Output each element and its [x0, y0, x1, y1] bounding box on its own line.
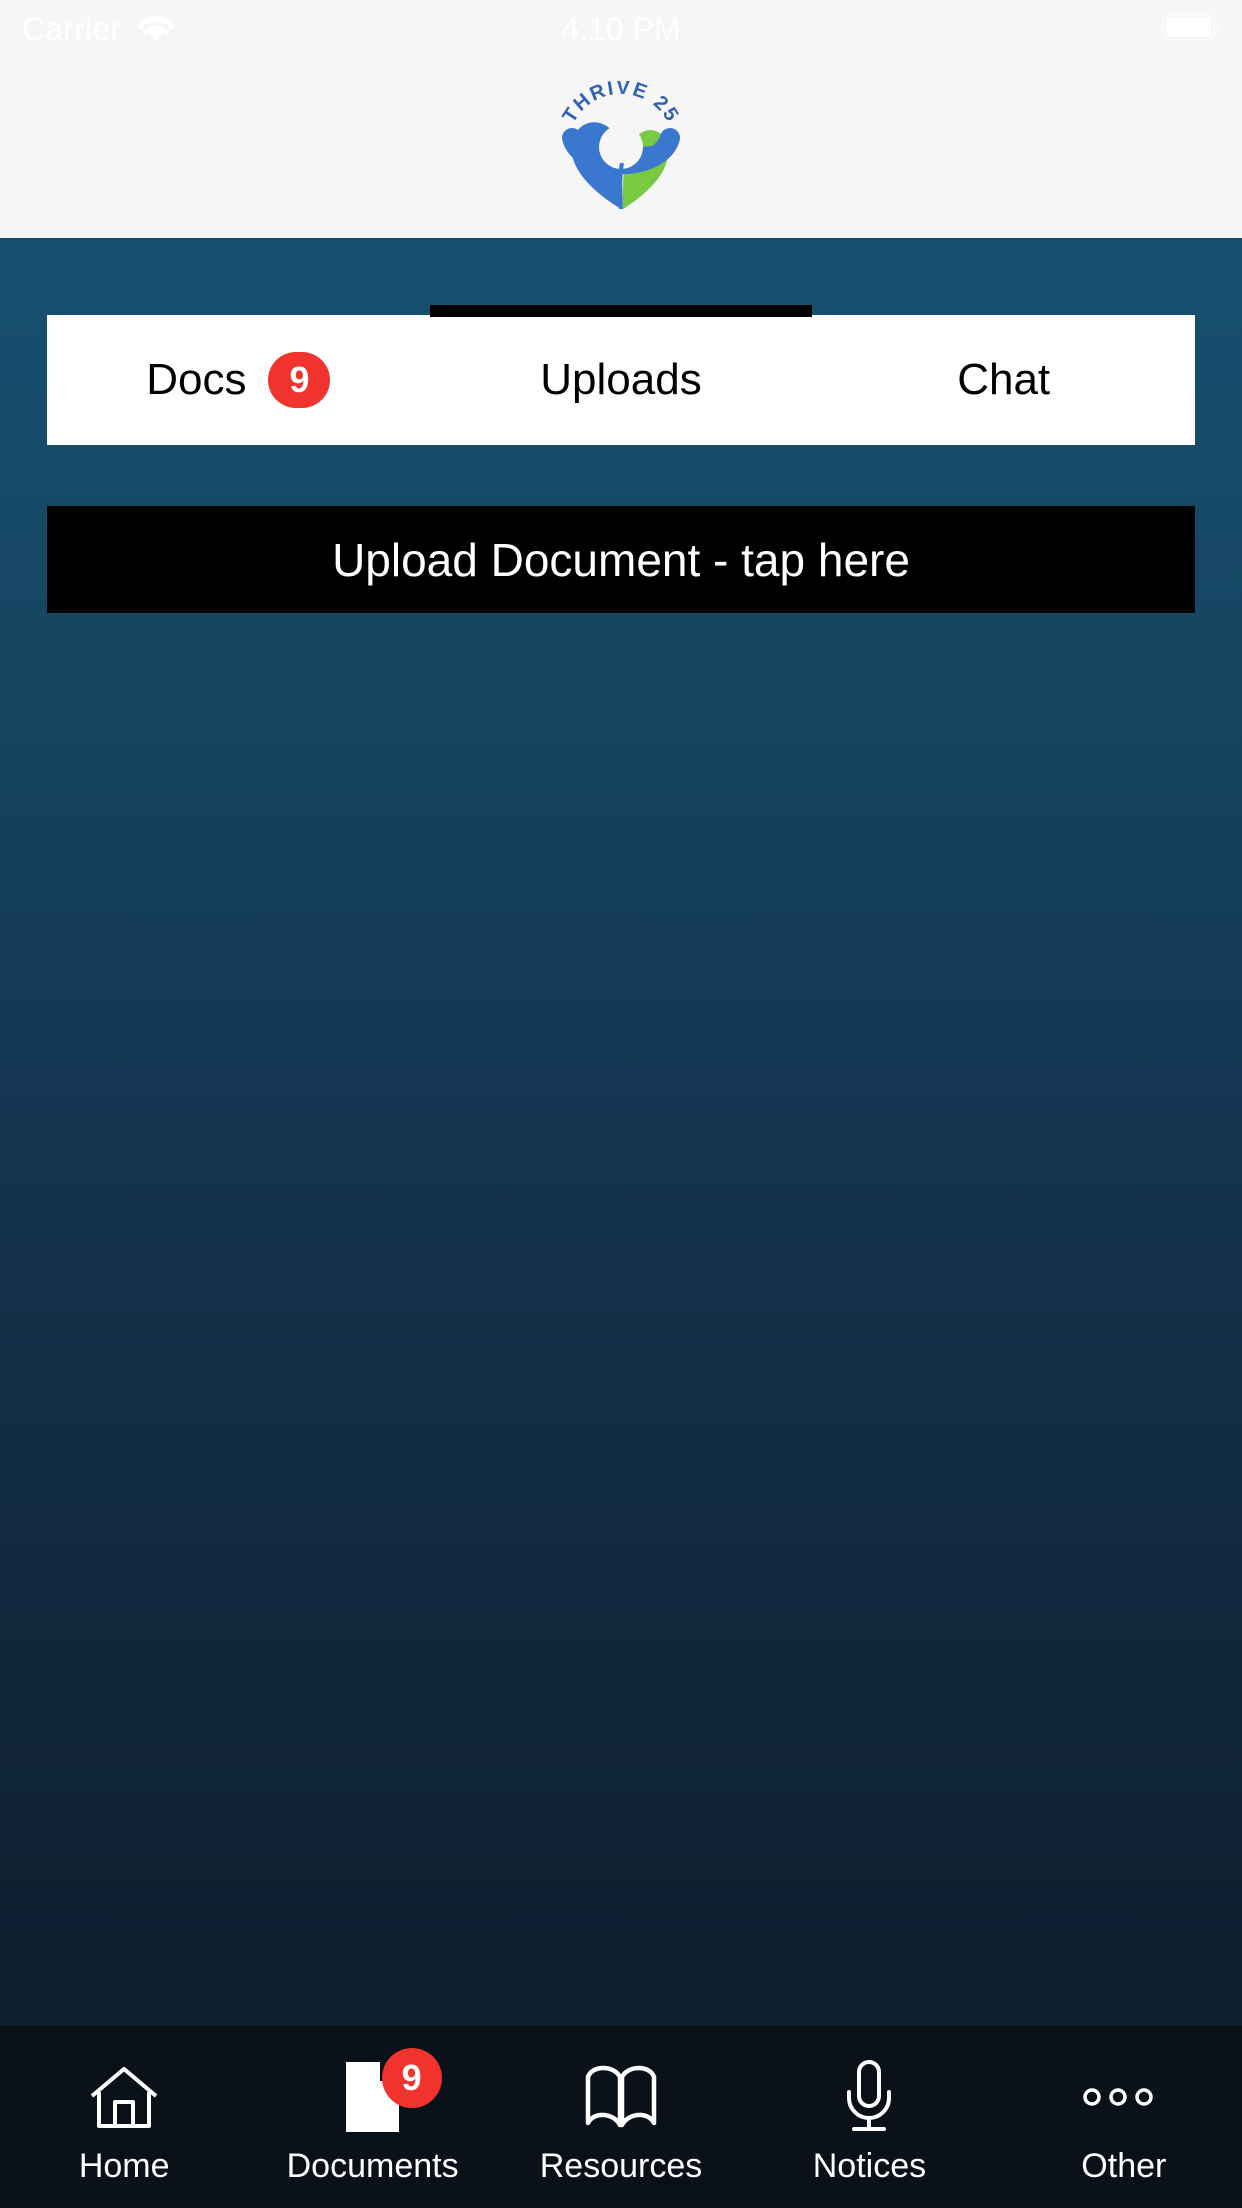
nav-item-documents[interactable]: 9 Documents — [248, 2026, 496, 2208]
battery-full-icon — [1162, 12, 1222, 46]
tab-uploads-label: Uploads — [540, 355, 702, 404]
nav-item-home-label: Home — [78, 2147, 170, 2185]
nav-item-resources[interactable]: Resources — [497, 2026, 745, 2208]
nav-item-notices-label: Notices — [812, 2147, 927, 2185]
tab-uploads[interactable]: Uploads — [429, 305, 813, 445]
status-bar-time: 4:10 PM — [561, 11, 681, 47]
app-header: THRIVE 25 — [0, 58, 1242, 238]
thrive-25-logo: THRIVE 25 — [546, 81, 696, 216]
tab-chat-label: Chat — [957, 355, 1051, 404]
app-screen: Carrier 4:10 PM THRIVE 25 Docs 9 Uploads… — [0, 0, 1242, 2208]
nav-item-home[interactable]: Home — [0, 2026, 248, 2208]
upload-document-button[interactable]: Upload Document - tap here — [47, 506, 1195, 613]
nav-item-resources-label: Resources — [539, 2147, 703, 2185]
tab-docs-label: Docs — [146, 355, 247, 404]
nav-item-other[interactable]: Other — [994, 2026, 1242, 2208]
home-icon — [81, 2056, 167, 2138]
active-tab-indicator — [429, 305, 813, 317]
svg-text:THRIVE 25: THRIVE 25 — [559, 81, 684, 127]
tab-docs[interactable]: Docs 9 — [47, 315, 430, 445]
tab-docs-badge: 9 — [268, 352, 331, 408]
main-content: Docs 9 Uploads Chat Upload Document - ta… — [0, 238, 1242, 2026]
tab-chat[interactable]: Chat — [812, 315, 1195, 445]
document-icon: 9 — [330, 2048, 442, 2138]
nav-item-documents-badge: 9 — [381, 2048, 442, 2108]
nav-item-documents-label: Documents — [286, 2147, 459, 2185]
book-icon — [578, 2056, 664, 2138]
status-bar-right — [1162, 0, 1222, 58]
microphone-icon — [826, 2056, 912, 2138]
nav-item-other-label: Other — [1081, 2147, 1167, 2185]
more-dots-icon — [1075, 2056, 1161, 2138]
bottom-navigation-bar: Home 9 Documents Resources Notices Other — [0, 2026, 1242, 2208]
segmented-tab-bar: Docs 9 Uploads Chat — [47, 305, 1195, 445]
status-bar: Carrier 4:10 PM — [0, 0, 1242, 58]
nav-item-notices[interactable]: Notices — [745, 2026, 993, 2208]
upload-document-button-label: Upload Document - tap here — [332, 533, 910, 586]
